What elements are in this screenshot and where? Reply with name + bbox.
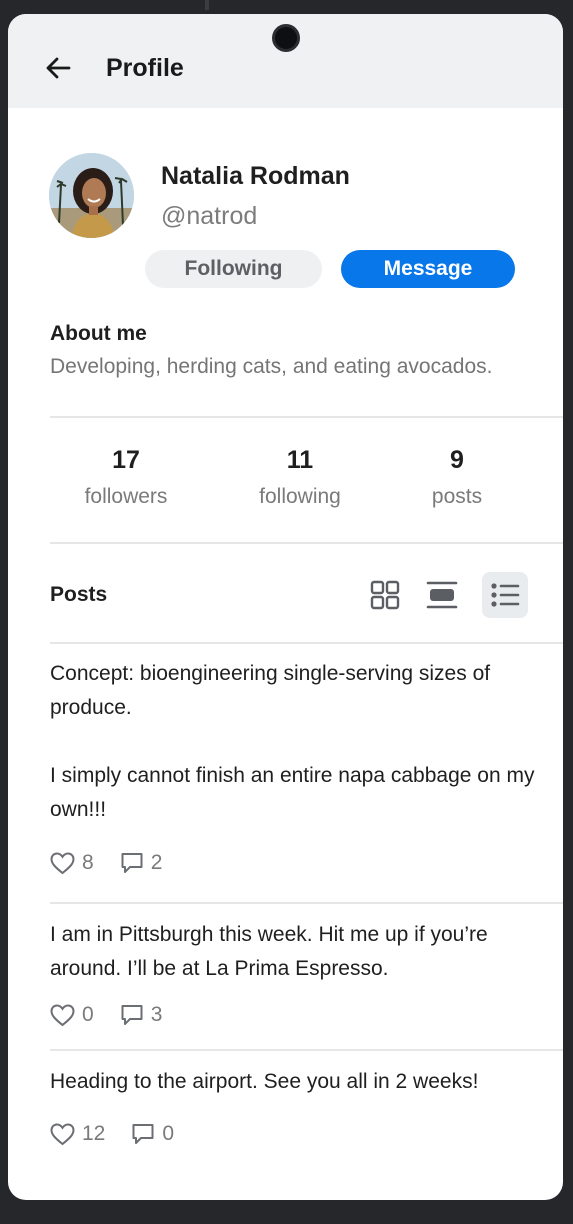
stat-posts[interactable]: 9 posts [377,446,537,509]
divider [50,902,563,904]
post-meta: 8 2 [50,851,188,875]
comment-button[interactable]: 3 [120,1003,163,1027]
post-meta: 12 0 [50,1122,200,1146]
back-button[interactable] [40,50,76,86]
stat-label: followers [84,485,168,508]
divider [50,416,563,418]
like-button[interactable]: 8 [50,851,94,875]
post-text: I am in Pittsburgh this week. Hit me up … [50,923,488,980]
message-button[interactable]: Message [341,250,515,288]
comment-count: 0 [162,1122,175,1145]
post-text: Heading to the airport. See you all in 2… [50,1070,479,1093]
card-view-button[interactable] [419,572,465,618]
comment-button[interactable]: 2 [120,851,163,875]
like-count: 0 [82,1003,94,1026]
comment-icon [121,853,143,873]
heart-icon [50,1122,75,1145]
stat-value: 11 [286,446,314,474]
stat-label: posts [431,485,483,508]
arrow-left-icon [46,57,71,79]
stat-followers[interactable]: 17 followers [46,446,206,509]
front-camera [272,24,300,52]
divider [50,1049,563,1051]
divider [50,542,563,544]
comment-button[interactable]: 0 [131,1122,174,1146]
profile-handle: @natrod [161,202,258,230]
stat-following[interactable]: 11 following [220,446,380,509]
post-meta: 0 3 [50,1003,188,1027]
post-text: I simply cannot finish an entire napa ca… [50,764,535,821]
grid-view-icon [370,580,400,610]
like-count: 8 [82,851,94,874]
like-count: 12 [82,1122,106,1145]
page-title: Profile [106,54,184,82]
comment-icon [132,1124,154,1144]
like-button[interactable]: 12 [50,1122,105,1146]
grid-view-button[interactable] [362,572,408,618]
list-view-icon [491,583,520,607]
divider [50,642,563,644]
about-text: Developing, herding cats, and eating avo… [50,355,493,378]
about-title: About me [50,322,147,345]
card-view-icon [426,581,458,609]
comment-icon [121,1005,143,1025]
list-view-button[interactable] [482,572,528,618]
like-button[interactable]: 0 [50,1003,94,1027]
comment-count: 2 [150,851,163,874]
heart-icon [50,1003,75,1026]
comment-count: 3 [150,1003,163,1026]
following-button[interactable]: Following [145,250,322,288]
stat-value: 17 [112,446,140,474]
phone-screen: Profile Natalia Rodman @natrod Following… [8,14,563,1200]
device-frame: Profile Natalia Rodman @natrod Following… [0,0,573,1224]
posts-title: Posts [50,583,108,606]
avatar [49,153,134,238]
heart-icon [50,851,75,874]
profile-name: Natalia Rodman [161,162,350,190]
stat-value: 9 [450,446,464,474]
post-text: Concept: bioengineering single-serving s… [50,662,491,719]
stat-label: following [259,485,341,508]
